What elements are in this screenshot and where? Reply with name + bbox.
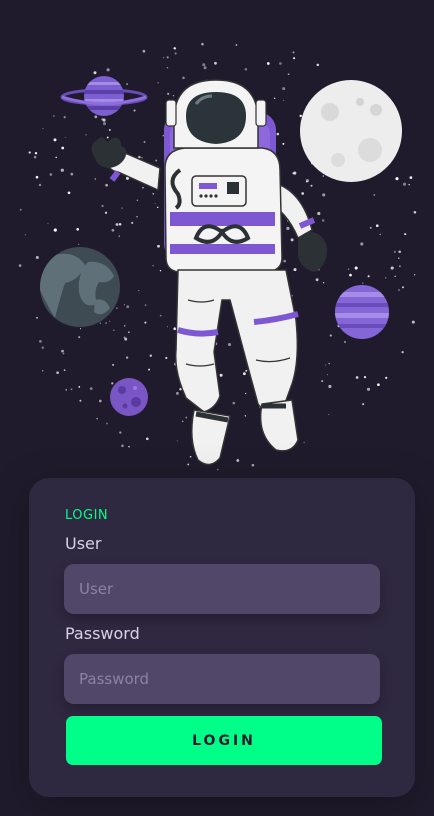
space-scene xyxy=(18,42,417,471)
user-input[interactable] xyxy=(64,564,380,614)
login-heading: LOGIN xyxy=(65,508,109,523)
password-label: Password xyxy=(65,624,140,643)
user-label: User xyxy=(65,534,102,553)
hero-illustration xyxy=(0,0,434,480)
password-input[interactable] xyxy=(64,654,380,704)
small-planet-icon xyxy=(110,378,148,416)
moon-icon xyxy=(300,80,402,182)
ringed-planet-icon xyxy=(60,76,148,116)
login-card: LOGIN User Password LOGIN xyxy=(29,478,415,797)
login-button[interactable]: LOGIN xyxy=(66,716,382,765)
striped-planet-icon xyxy=(335,285,389,339)
earth-icon xyxy=(40,247,120,327)
